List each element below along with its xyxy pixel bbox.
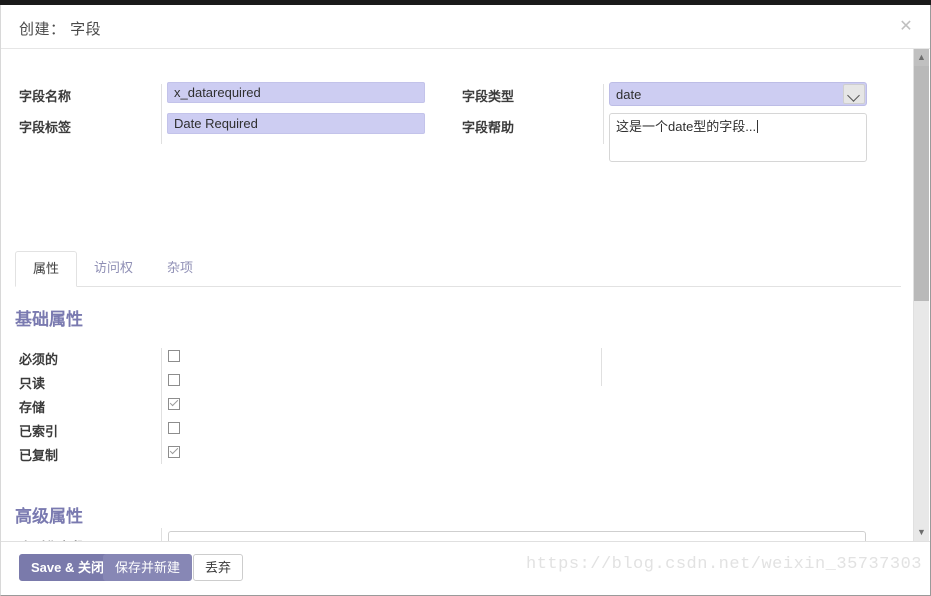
field-help-control: 这是一个date型的字段... [609, 113, 867, 162]
checkbox-row-copied: 已复制 [19, 442, 619, 466]
checkbox-label-indexed: 已索引 [19, 424, 59, 439]
chevron-up-icon[interactable]: ▲ [914, 49, 929, 66]
watermark-text: https://blog.csdn.net/weixin_35737303 [526, 555, 922, 574]
basic-attributes-group: 必须的 只读 存储 已索引 已复制 [19, 346, 619, 466]
field-row-name: 字段名称 [19, 82, 439, 113]
form-column-right: 字段类型 date 字段帮助 这是一个date型的字段... [462, 82, 882, 173]
text-caret [757, 120, 759, 133]
scrollbar-thumb[interactable] [914, 66, 929, 301]
form-column-left: 字段名称 字段标签 [19, 82, 439, 144]
dialog-footer: Save & 关闭 保存并新建 丢弃 https://blog.csdn.net… [1, 541, 930, 595]
checkbox-row-readonly: 只读 [19, 370, 619, 394]
scroll-content: 字段名称 字段标签 字段类型 [1, 49, 901, 541]
tab-bar: 属性 访问权 杂项 [15, 251, 901, 287]
chevron-down-icon[interactable]: ▼ [914, 524, 929, 541]
field-help-textarea[interactable]: 这是一个date型的字段... [609, 113, 867, 162]
checkbox-row-required: 必须的 [19, 346, 619, 370]
field-name-label: 字段名称 [19, 89, 72, 104]
checkbox-stored[interactable] [168, 398, 180, 410]
field-type-label: 字段类型 [462, 89, 515, 104]
section-title-basic: 基础属性 [15, 310, 83, 329]
field-name-input[interactable] [167, 82, 425, 103]
checkbox-label-readonly: 只读 [19, 376, 46, 391]
checkbox-row-indexed: 已索引 [19, 418, 619, 442]
checkbox-copied[interactable] [168, 446, 180, 458]
checkbox-readonly[interactable] [168, 374, 180, 386]
advanced-attributes-group: 序列化字段 关联字段 [19, 528, 889, 541]
checkbox-required[interactable] [168, 350, 180, 362]
save-and-new-button[interactable]: 保存并新建 [103, 554, 193, 581]
tab-access-rights[interactable]: 访问权 [77, 251, 150, 287]
dialog-body: 字段名称 字段标签 字段类型 [1, 49, 930, 541]
page-title: 创建： 字段 [19, 21, 102, 38]
field-label-label: 字段标签 [19, 120, 72, 135]
field-type-select-wrap: date [609, 82, 867, 106]
field-row-label: 字段标签 [19, 113, 439, 144]
close-icon[interactable]: ✕ [896, 17, 916, 37]
field-type-select[interactable]: date [609, 82, 867, 106]
section-title-advanced: 高级属性 [15, 507, 83, 526]
field-name-control [167, 82, 425, 103]
serialized-field-select[interactable] [168, 531, 866, 541]
field-row-type: 字段类型 date [462, 82, 882, 113]
field-help-label: 字段帮助 [462, 120, 515, 135]
advanced-row-related-sequence: 序列化字段 [19, 531, 889, 541]
checkbox-label-copied: 已复制 [19, 448, 59, 463]
checkbox-indexed[interactable] [168, 422, 180, 434]
checkbox-row-stored: 存储 [19, 394, 619, 418]
tab-attributes[interactable]: 属性 [15, 251, 78, 287]
field-label-control [167, 113, 425, 134]
tab-misc[interactable]: 杂项 [150, 251, 210, 287]
field-help-text: 这是一个date型的字段... [616, 119, 757, 134]
create-field-dialog: 创建： 字段 ✕ 字段名称 字段标签 [0, 5, 931, 596]
vertical-scrollbar[interactable]: ▲ ▼ [913, 49, 929, 541]
checkbox-label-stored: 存储 [19, 400, 46, 415]
field-label-input[interactable] [167, 113, 425, 134]
discard-button[interactable]: 丢弃 [193, 554, 244, 581]
field-row-help: 字段帮助 这是一个date型的字段... [462, 113, 882, 173]
checkbox-label-required: 必须的 [19, 352, 59, 367]
field-type-control: date [609, 82, 867, 106]
dialog-header: 创建： 字段 ✕ [1, 5, 930, 49]
save-and-close-button[interactable]: Save & 关闭 [19, 554, 116, 581]
